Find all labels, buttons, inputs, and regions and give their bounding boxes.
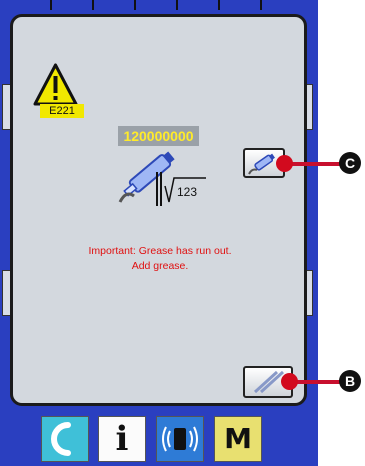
grease-warning-message: Important: Grease has run out. Add greas…: [20, 244, 300, 274]
info-icon: i: [115, 419, 129, 459]
message-line-2: Add grease.: [131, 260, 189, 272]
frame-tick: [176, 0, 178, 10]
callout-b-marker: [281, 373, 298, 390]
communication-button[interactable]: [156, 416, 204, 462]
warning-triangle-icon: [33, 63, 78, 106]
frame-tick: [92, 0, 94, 10]
return-button[interactable]: [41, 416, 89, 462]
mode-label: M: [224, 422, 252, 455]
return-arrow-icon: [51, 422, 71, 456]
information-button[interactable]: i: [98, 416, 146, 462]
callout-c-marker: [276, 155, 293, 172]
callout-b-label: B: [339, 370, 361, 392]
svg-text:123: 123: [177, 185, 197, 199]
grease-needle-illustration: 123: [118, 151, 206, 206]
callout-c-label: C: [339, 152, 361, 174]
frame-tick: [50, 0, 52, 10]
error-code: E221: [40, 104, 84, 118]
grease-counter-value: 120000000: [118, 126, 199, 146]
frame-tick: [260, 0, 262, 10]
message-line-1: Important: Grease has run out.: [88, 245, 232, 257]
frame-tick: [134, 0, 136, 10]
mode-button[interactable]: M: [214, 416, 262, 462]
frame-tick: [218, 0, 220, 10]
communication-icon: [162, 426, 198, 452]
